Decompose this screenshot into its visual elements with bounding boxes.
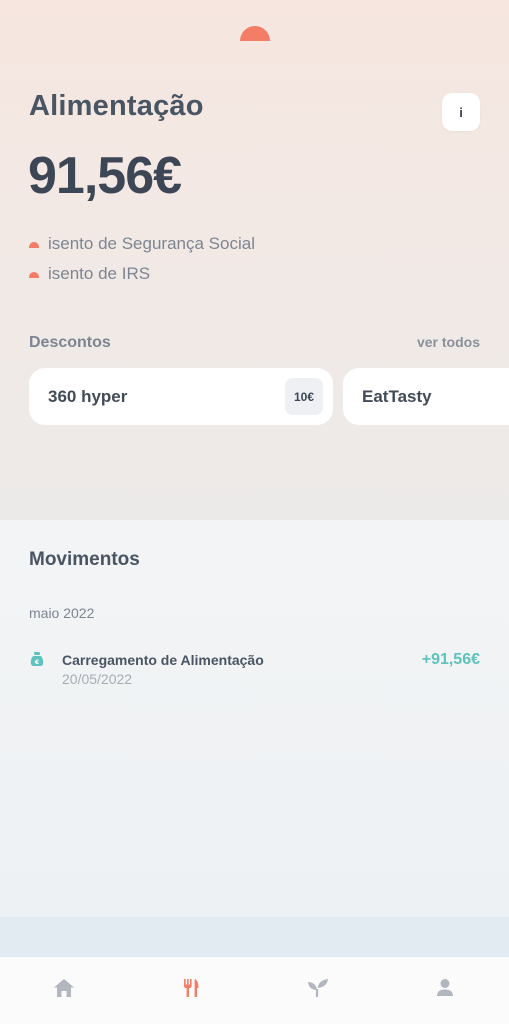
movements-title: Movimentos xyxy=(29,549,140,570)
user-icon xyxy=(437,979,454,996)
nav-profile[interactable] xyxy=(415,976,475,1000)
drag-handle[interactable] xyxy=(240,26,270,41)
perk-label: isento de IRS xyxy=(48,264,151,283)
svg-text:€: € xyxy=(34,658,40,666)
balance-amount: 91,56€ xyxy=(28,147,182,205)
bullet-icon xyxy=(29,271,39,278)
info-button[interactable]: i xyxy=(442,93,480,131)
discount-badge: 10€ xyxy=(285,378,323,415)
transaction-amount: +91,56€ xyxy=(421,651,480,668)
footer-strip xyxy=(0,917,509,957)
discount-card[interactable]: EatTasty xyxy=(343,368,509,425)
header-panel: Alimentação i 91,56€ isento de Segurança… xyxy=(0,0,509,520)
sprout-icon xyxy=(308,979,329,997)
month-header: maio 2022 xyxy=(29,605,95,621)
nav-growth[interactable] xyxy=(288,976,348,1000)
perk-label: isento de Segurança Social xyxy=(48,234,255,253)
transaction-date: 20/05/2022 xyxy=(62,671,133,687)
see-all-link[interactable]: ver todos xyxy=(417,334,480,350)
transaction-description: Carregamento de Alimentação xyxy=(62,652,264,668)
nav-home[interactable] xyxy=(34,976,94,1000)
money-bag-icon: € xyxy=(29,651,45,667)
perk-item: isento de IRS xyxy=(29,264,150,284)
home-icon xyxy=(53,979,74,997)
discount-card-name: EatTasty xyxy=(362,386,432,406)
movements-panel xyxy=(0,520,509,917)
discounts-label: Descontos xyxy=(29,334,111,351)
page-title: Alimentação xyxy=(29,90,204,122)
bottom-nav xyxy=(0,957,509,1024)
nav-food[interactable] xyxy=(161,976,221,1000)
perk-item: isento de Segurança Social xyxy=(29,234,255,254)
discount-card[interactable]: 360 hyper 10€ xyxy=(29,368,333,425)
discount-card-name: 360 hyper xyxy=(48,386,128,406)
fork-knife-icon xyxy=(183,979,199,997)
bullet-icon xyxy=(29,241,39,248)
